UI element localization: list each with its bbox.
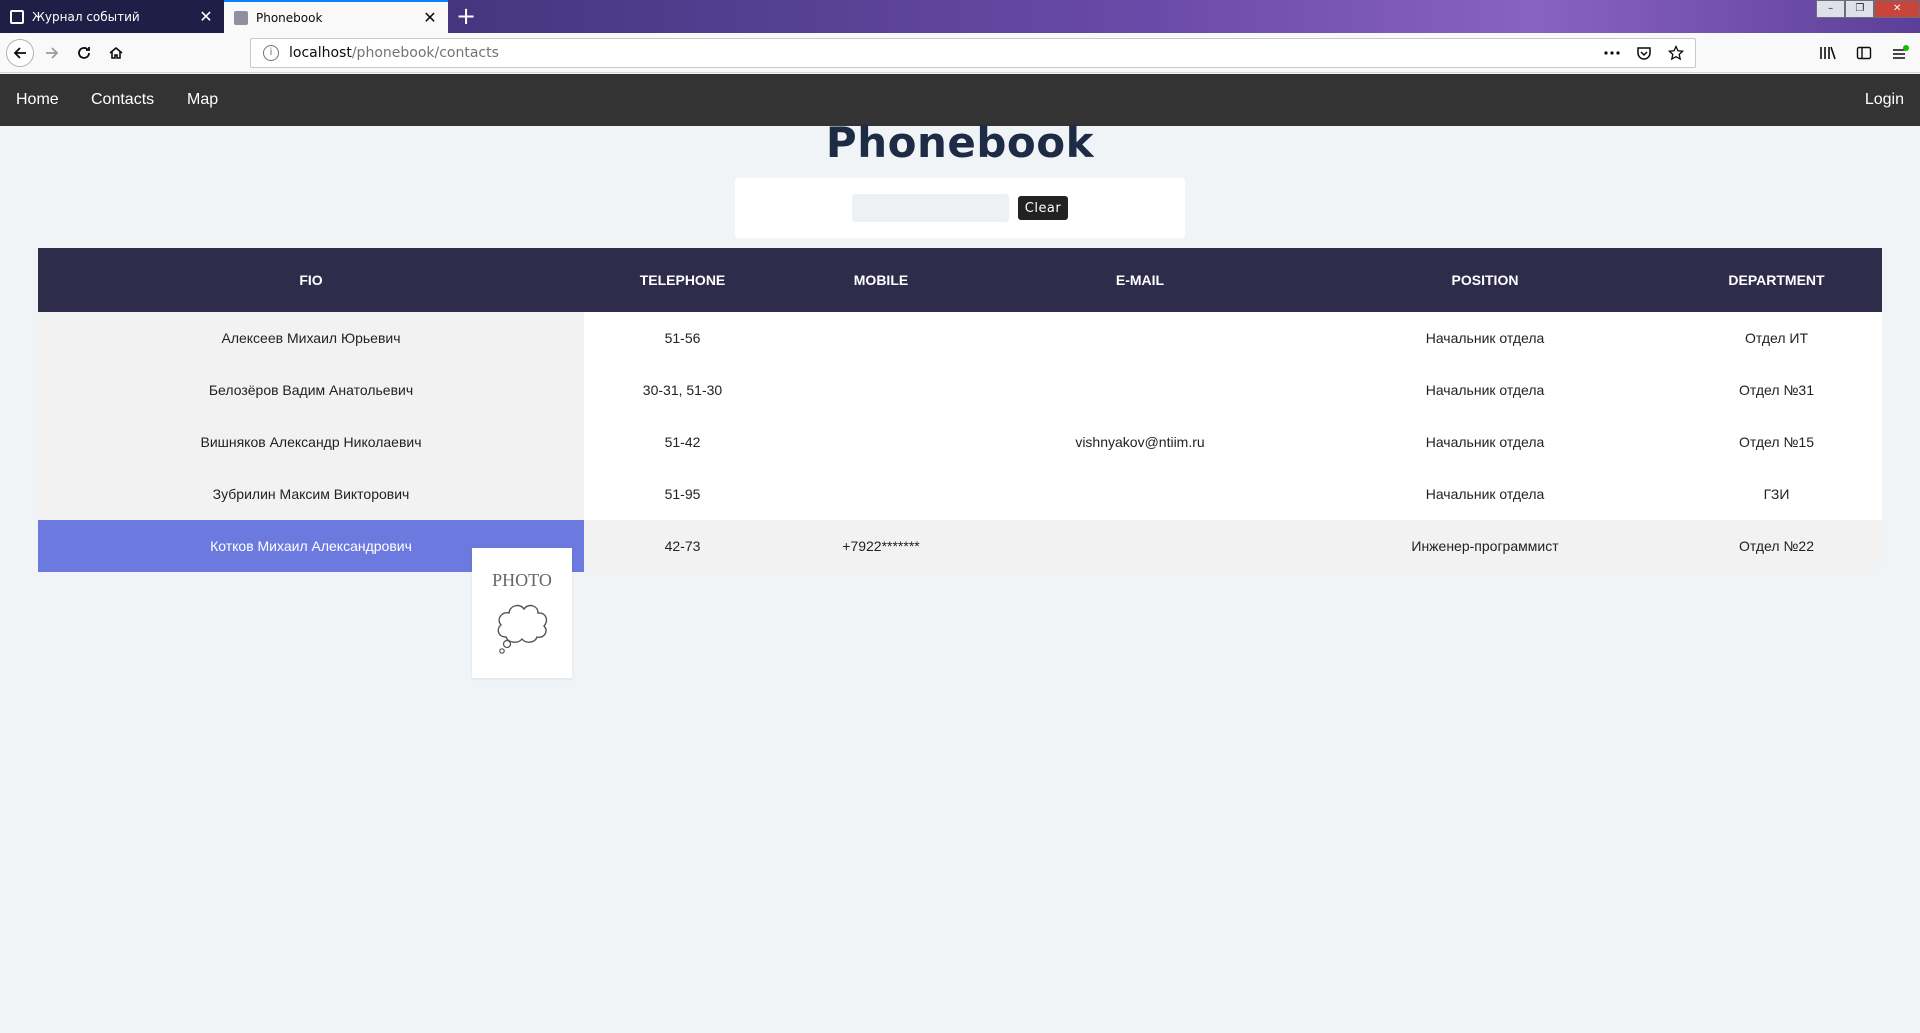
page-info-icon[interactable]: i [263,45,279,61]
home-icon [109,46,123,59]
cell-fio: Зубрилин Максим Викторович [38,468,584,520]
column-header-position[interactable]: POSITION [1299,248,1671,312]
cell-telephone: 51-56 [584,312,781,364]
back-button[interactable] [6,39,34,67]
cell-fio: Алексеев Михаил Юрьевич [38,312,584,364]
table-row[interactable]: Вишняков Александр Николаевич 51-42 vish… [38,416,1882,468]
table-header-row: FIO TELEPHONE MOBILE E-MAIL POSITION DEP… [38,248,1882,312]
cell-mobile [781,312,981,364]
menu-icon[interactable] [1890,43,1910,63]
tab-favicon-icon [10,9,24,24]
cell-email [981,312,1299,364]
cell-email [981,520,1299,572]
thought-cloud-icon [497,604,548,654]
column-header-email[interactable]: E-MAIL [981,248,1299,312]
new-tab-button[interactable]: + [452,2,480,30]
column-header-mobile[interactable]: MOBILE [781,248,981,312]
cell-mobile [781,468,981,520]
tab-close-icon[interactable]: ✕ [422,8,438,27]
column-header-department[interactable]: DEPARTMENT [1671,248,1882,312]
search-input[interactable] [852,194,1009,222]
minimize-icon[interactable]: – [1816,0,1846,18]
cell-department: Отдел №22 [1671,520,1882,572]
back-icon [13,47,26,59]
cell-email [981,364,1299,416]
tab-title: Журнал событий [32,9,140,24]
column-header-fio[interactable]: FIO [38,248,584,312]
cell-mobile: +7922******* [781,520,981,572]
cell-email [981,468,1299,520]
cell-position: Начальник отдела [1299,416,1671,468]
cell-department: ГЗИ [1671,468,1882,520]
tab-favicon-icon [234,10,248,25]
cell-telephone: 42-73 [584,520,781,572]
browser-nav-bar: i localhost/phonebook/contacts [0,33,1920,73]
photo-label: PHOTO [492,570,552,590]
table-row[interactable]: Белозёров Вадим Анатольевич 30-31, 51-30… [38,364,1882,416]
cell-department: Отдел №15 [1671,416,1882,468]
cell-position: Инженер-программист [1299,520,1671,572]
reload-icon [78,47,90,59]
bookmark-star-icon[interactable] [1667,44,1685,62]
cell-fio: Вишняков Александр Николаевич [38,416,584,468]
table-row[interactable]: Алексеев Михаил Юрьевич 51-56 Начальник … [38,312,1882,364]
browser-tab-events-log[interactable]: Журнал событий ✕ [0,0,224,33]
cell-position: Начальник отдела [1299,468,1671,520]
cell-position: Начальник отдела [1299,364,1671,416]
restore-icon[interactable]: ❐ [1845,0,1875,18]
more-icon[interactable] [1603,44,1621,62]
cell-telephone: 51-95 [584,468,781,520]
window-controls: – ❐ ✕ [1816,0,1920,18]
table-row-selected[interactable]: Котков Михаил Александрович 42-73 +7922*… [38,520,1882,572]
browser-toolbar-right [1818,43,1910,63]
window-close-icon[interactable]: ✕ [1874,0,1920,18]
cell-department: Отдел ИТ [1671,312,1882,364]
column-header-telephone[interactable]: TELEPHONE [584,248,781,312]
url-path: /phonebook/contacts [351,45,499,61]
tab-close-icon[interactable]: ✕ [198,7,214,26]
photo-tooltip: PHOTO [472,548,572,678]
cell-mobile [781,416,981,468]
cell-position: Начальник отдела [1299,312,1671,364]
page-title: Phonebook [825,118,1095,167]
home-button[interactable] [102,39,130,67]
library-icon[interactable] [1818,43,1838,63]
browser-tab-bar: Журнал событий ✕ Phonebook ✕ + – ❐ ✕ [0,0,1920,33]
search-panel: Clear [735,178,1185,238]
cell-telephone: 30-31, 51-30 [584,364,781,416]
forward-icon [46,47,59,59]
cell-email[interactable]: vishnyakov@ntiim.ru [981,416,1299,468]
forward-button[interactable] [38,39,66,67]
cell-fio: Белозёров Вадим Анатольевич [38,364,584,416]
tab-title: Phonebook [256,10,323,25]
reload-button[interactable] [70,39,98,67]
cell-department: Отдел №31 [1671,364,1882,416]
browser-tab-phonebook[interactable]: Phonebook ✕ [224,0,448,33]
clear-button[interactable]: Clear [1018,196,1068,220]
url-actions [1603,44,1685,62]
cell-telephone: 51-42 [584,416,781,468]
table-row[interactable]: Зубрилин Максим Викторович 51-95 Начальн… [38,468,1882,520]
cell-mobile [781,364,981,416]
contacts-table: FIO TELEPHONE MOBILE E-MAIL POSITION DEP… [38,248,1882,572]
url-bar[interactable]: i localhost/phonebook/contacts [250,38,1696,68]
url-host: localhost [289,45,352,61]
pocket-icon[interactable] [1635,44,1653,62]
sidebar-icon[interactable] [1854,43,1874,63]
